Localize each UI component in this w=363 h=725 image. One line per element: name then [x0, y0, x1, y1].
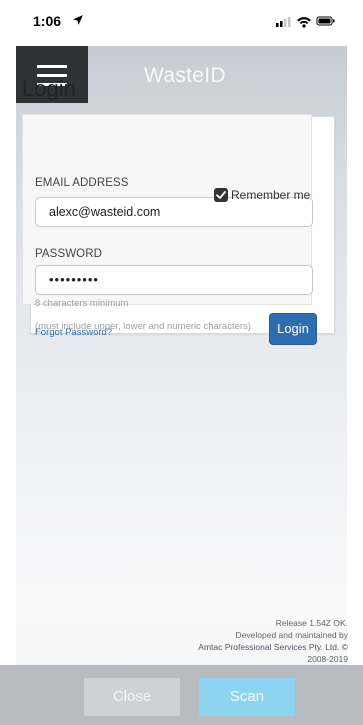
- release-text: Release 1.54Z OK.: [275, 618, 348, 628]
- signal-icon: [276, 17, 291, 27]
- login-title: Login: [22, 76, 76, 101]
- menu-icon-line: [37, 65, 67, 68]
- wifi-icon: [297, 17, 311, 28]
- checkmark-icon: [216, 191, 226, 199]
- remember-me-label: Remember me: [231, 188, 311, 202]
- battery-icon: [316, 16, 335, 26]
- remember-me-checkbox[interactable]: [214, 188, 228, 202]
- company-text: Amtac Professional Services Pty. Ltd. ©: [198, 642, 348, 652]
- password-hint-min: 8 characters minimum: [35, 298, 129, 309]
- close-button[interactable]: Close: [84, 678, 180, 716]
- forgot-password-link[interactable]: Forgot Password?: [35, 327, 112, 338]
- login-button[interactable]: Login: [269, 313, 317, 345]
- password-field[interactable]: •••••••••: [35, 265, 313, 295]
- status-time: 1:06: [33, 13, 62, 29]
- signal-wifi-battery-icons: [276, 16, 335, 28]
- scan-button[interactable]: Scan: [199, 678, 295, 716]
- password-label: PASSWORD: [35, 248, 103, 260]
- email-label: EMAIL ADDRESS: [35, 177, 129, 189]
- status-bar: 1:06: [0, 0, 363, 46]
- developed-by-text: Developed and maintained by: [235, 630, 348, 640]
- location-arrow-icon: [73, 15, 83, 25]
- app-title: WasteID: [144, 64, 226, 87]
- years-text: 2008-2019: [307, 654, 348, 664]
- bottom-action-bar: [0, 665, 363, 725]
